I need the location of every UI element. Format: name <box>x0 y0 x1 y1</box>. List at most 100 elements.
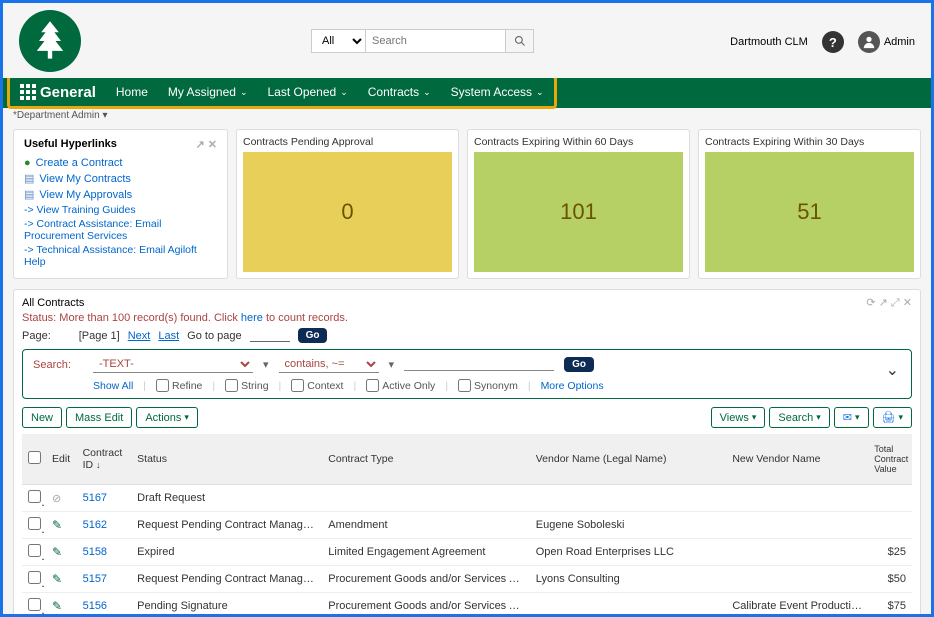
goto-page-button[interactable]: Go <box>298 328 328 343</box>
edit-icon[interactable]: ✎ <box>52 572 62 586</box>
page-label: Page: <box>22 330 51 342</box>
search-input[interactable] <box>366 29 506 53</box>
print-button[interactable]: 🖨 <box>873 407 913 428</box>
row-type <box>322 485 529 512</box>
new-button[interactable]: New <box>22 407 62 428</box>
record-count-status: Status: More than 100 record(s) found. C… <box>22 312 912 324</box>
link-contract-assistance[interactable]: -> Contract Assistance: Email Procuremen… <box>24 218 217 242</box>
row-vendor: Open Road Enterprises LLC <box>530 539 727 566</box>
col-new-vendor[interactable]: New Vendor Name <box>726 434 868 485</box>
pager-last[interactable]: Last <box>158 330 179 342</box>
col-contract-type[interactable]: Contract Type <box>322 434 529 485</box>
nav-system-access[interactable]: System Access⌄ <box>451 85 544 99</box>
nav-contracts[interactable]: Contracts⌄ <box>368 85 431 99</box>
app-name-label: Dartmouth CLM <box>730 36 808 48</box>
count-records-link[interactable]: here <box>241 312 263 324</box>
link-create-contract[interactable]: ●Create a Contract <box>24 157 217 169</box>
link-view-approvals[interactable]: ▤View My Approvals <box>24 188 217 201</box>
nav-my-assigned[interactable]: My Assigned⌄ <box>168 85 248 99</box>
col-contract-id[interactable]: Contract ID ↓ <box>77 434 132 485</box>
chevron-down-icon: ⌄ <box>240 87 248 98</box>
link-technical-assistance[interactable]: -> Technical Assistance: Email Agiloft H… <box>24 244 217 268</box>
contract-id-link[interactable]: 5156 <box>77 593 132 617</box>
card-value: 0 <box>243 152 452 272</box>
refine-checkbox[interactable]: Refine <box>156 379 202 392</box>
pager-next[interactable]: Next <box>128 330 151 342</box>
row-status: Request Pending Contract Manager Review <box>131 566 322 593</box>
row-edit[interactable]: ✎ <box>46 512 77 539</box>
link-view-contracts[interactable]: ▤View My Contracts <box>24 172 217 185</box>
help-button[interactable]: ? <box>822 31 844 53</box>
search-value-input[interactable] <box>404 358 554 371</box>
actions-button[interactable]: Actions <box>136 407 198 428</box>
col-status[interactable]: Status <box>131 434 322 485</box>
panel-controls[interactable]: ↗ ✕ <box>196 138 218 151</box>
col-total-value[interactable]: Total Contract Value <box>868 434 912 485</box>
nav-general[interactable]: General <box>20 84 96 101</box>
string-checkbox[interactable]: String <box>225 379 268 392</box>
col-select-all[interactable] <box>22 434 46 485</box>
row-checkbox[interactable] <box>22 566 46 593</box>
row-type: Procurement Goods and/or Services Agreem… <box>322 566 529 593</box>
row-new-vendor <box>726 566 868 593</box>
row-type: Amendment <box>322 512 529 539</box>
edit-icon[interactable]: ✎ <box>52 518 62 532</box>
link-training-guides[interactable]: -> View Training Guides <box>24 204 217 216</box>
col-vendor-name[interactable]: Vendor Name (Legal Name) <box>530 434 727 485</box>
views-button[interactable]: Views <box>711 407 766 428</box>
show-all-link[interactable]: Show All <box>93 380 133 392</box>
edit-icon[interactable]: ✎ <box>52 545 62 559</box>
breadcrumb[interactable]: *Department Admin ▾ <box>3 108 931 123</box>
search-field-select[interactable]: -TEXT- <box>93 356 253 373</box>
row-checkbox[interactable] <box>22 593 46 617</box>
contract-id-link[interactable]: 5167 <box>77 485 132 512</box>
row-checkbox[interactable] <box>22 539 46 566</box>
more-options-link[interactable]: More Options <box>541 380 604 392</box>
row-edit[interactable]: ✎ <box>46 593 77 617</box>
search-icon <box>514 35 526 47</box>
contract-id-link[interactable]: 5157 <box>77 566 132 593</box>
metric-card[interactable]: Contracts Expiring Within 60 Days101 <box>467 129 690 279</box>
col-edit[interactable]: Edit <box>46 434 77 485</box>
search-button[interactable] <box>506 29 534 53</box>
nav-last-opened[interactable]: Last Opened⌄ <box>267 85 347 99</box>
edit-icon[interactable]: ✎ <box>52 599 62 613</box>
row-edit[interactable]: ✎ <box>46 539 77 566</box>
email-icon: ✉ <box>843 411 852 424</box>
synonym-checkbox[interactable]: Synonym <box>458 379 518 392</box>
search-button[interactable]: Search <box>769 407 829 428</box>
metric-card[interactable]: Contracts Expiring Within 30 Days51 <box>698 129 921 279</box>
nav-home[interactable]: Home <box>116 85 148 99</box>
panel-controls[interactable]: ⟳ ↗ ⤢ ✕ <box>866 296 912 310</box>
user-menu[interactable]: Admin <box>858 31 915 53</box>
chevron-down-icon: ⌄ <box>340 87 348 98</box>
contract-id-link[interactable]: 5162 <box>77 512 132 539</box>
contracts-table: Edit Contract ID ↓ Status Contract Type … <box>22 434 912 617</box>
row-status: Expired <box>131 539 322 566</box>
active-only-checkbox[interactable]: Active Only <box>366 379 435 392</box>
email-button[interactable]: ✉ <box>834 407 869 428</box>
search-scope-select[interactable]: All <box>311 29 366 53</box>
row-value: $50 <box>868 566 912 593</box>
table-body: ⊘5167Draft Request✎5162Request Pending C… <box>22 485 912 617</box>
search-operator-select[interactable]: contains, ~= <box>279 356 379 373</box>
metric-card[interactable]: Contracts Pending Approval0 <box>236 129 459 279</box>
row-type: Limited Engagement Agreement <box>322 539 529 566</box>
row-new-vendor: Calibrate Event Production <box>726 593 868 617</box>
table-row: ✎ 5158ExpiredLimited Engagement Agreement… <box>22 539 912 566</box>
search-go-button[interactable]: Go <box>564 357 594 372</box>
card-title: Contracts Expiring Within 60 Days <box>474 136 683 148</box>
dashboard-content: Useful Hyperlinks ↗ ✕ ●Create a Contract… <box>3 123 931 285</box>
goto-page-input[interactable] <box>250 329 290 342</box>
context-checkbox[interactable]: Context <box>291 379 343 392</box>
row-edit[interactable]: ⊘ <box>46 485 77 512</box>
page-info: [Page 1] <box>79 330 120 342</box>
row-checkbox[interactable] <box>22 485 46 512</box>
table-row: ✎5162Request Pending Contract Manager Re… <box>22 512 912 539</box>
table-header-row: Edit Contract ID ↓ Status Contract Type … <box>22 434 912 485</box>
contract-id-link[interactable]: 5158 <box>77 539 132 566</box>
row-edit[interactable]: ✎ <box>46 566 77 593</box>
row-checkbox[interactable] <box>22 512 46 539</box>
mass-edit-button[interactable]: Mass Edit <box>66 407 132 428</box>
collapse-toggle[interactable]: ⌄ <box>886 360 899 380</box>
